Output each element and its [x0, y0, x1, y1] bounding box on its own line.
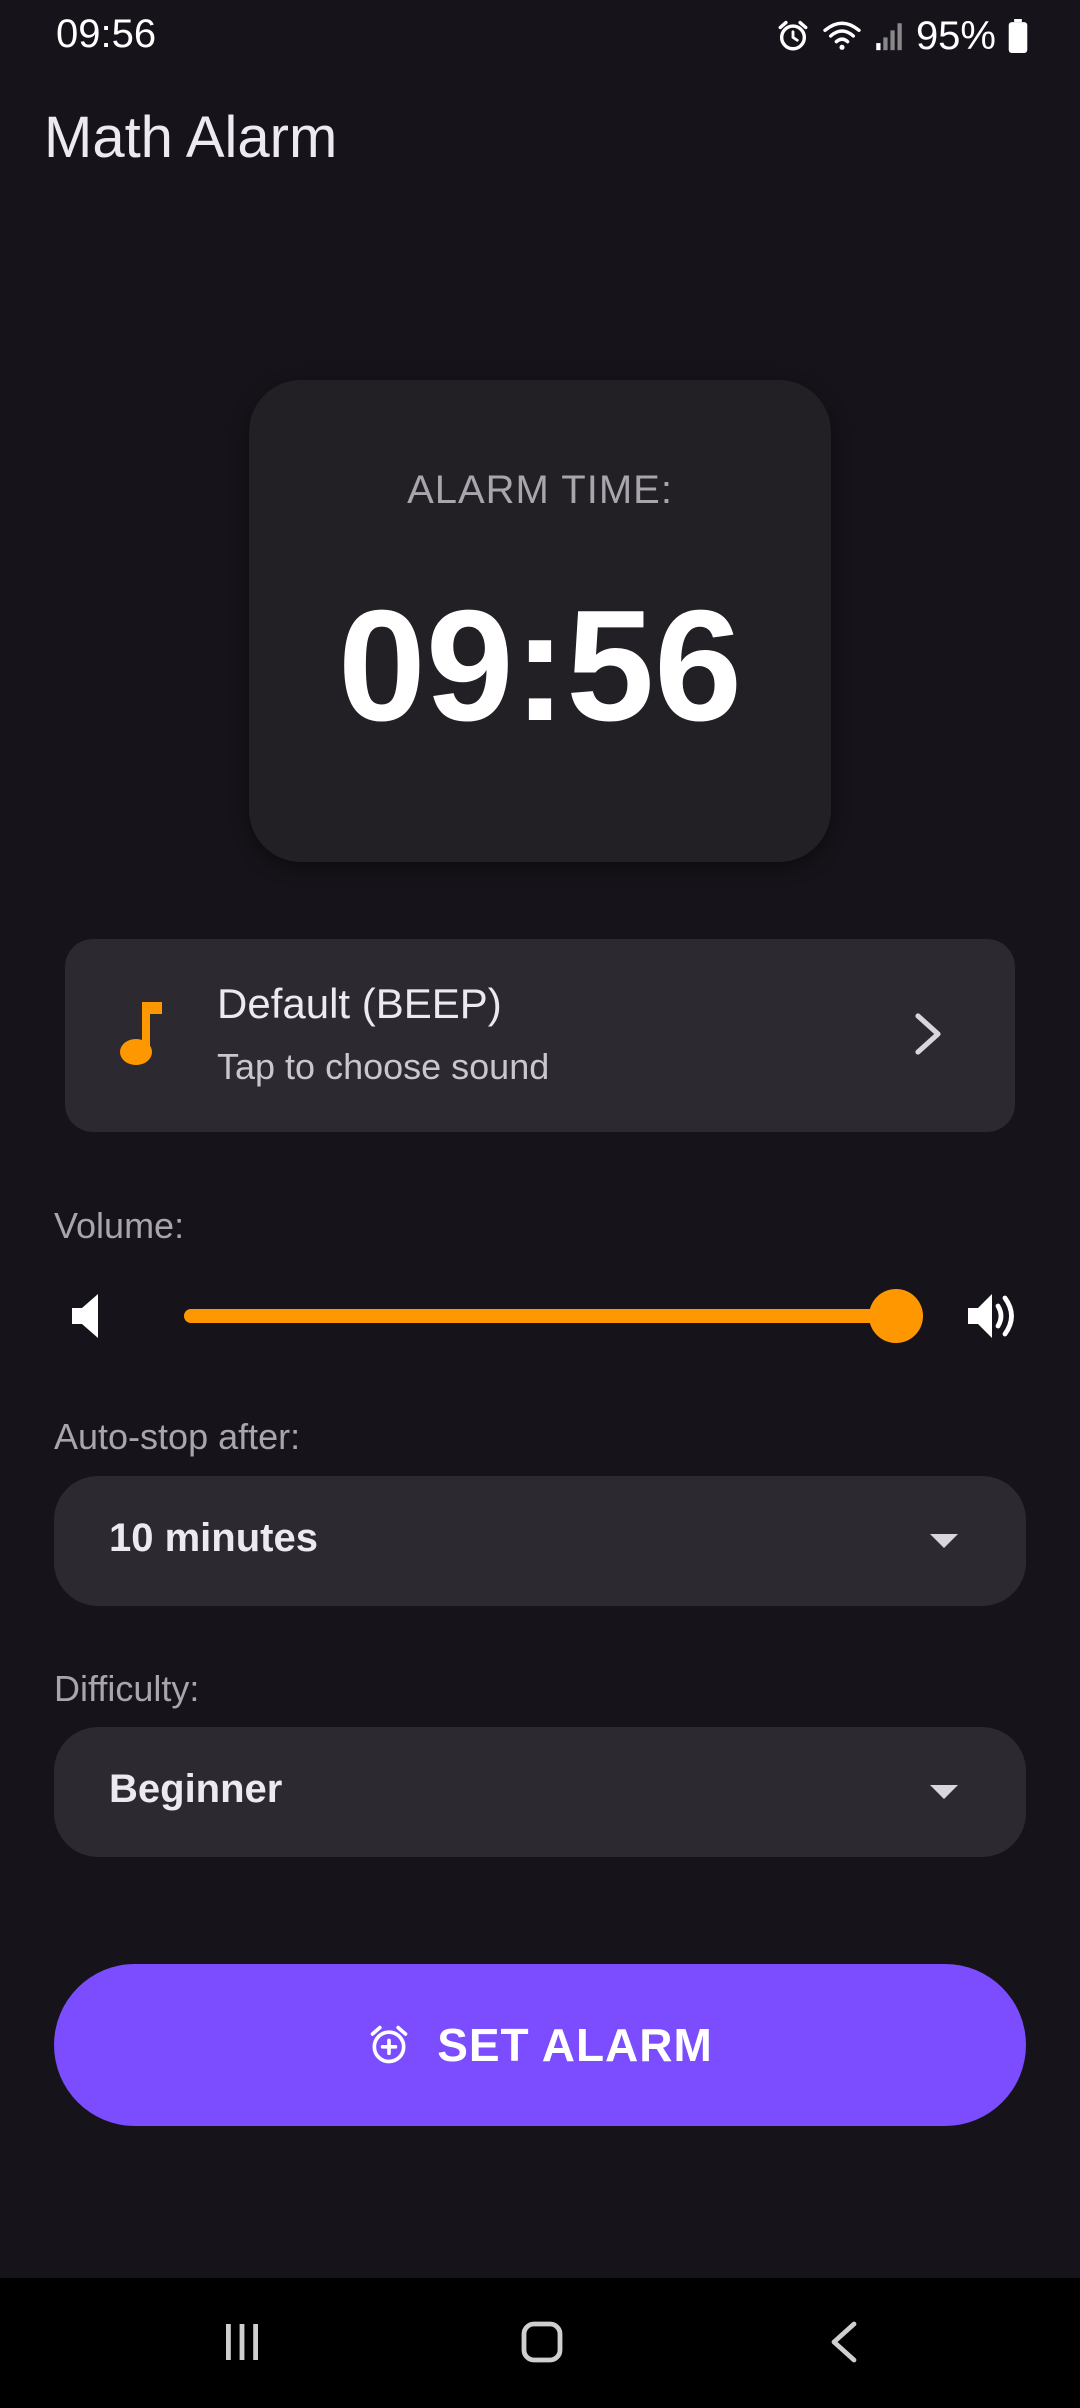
- alarm-icon: [778, 20, 808, 51]
- volume-high-icon: [968, 1294, 1014, 1338]
- system-nav-bar: [0, 2278, 1080, 2408]
- signal-icon: [876, 23, 902, 51]
- dropdown-arrow-icon: [930, 1534, 958, 1548]
- status-time: 09:56: [56, 12, 157, 56]
- app-title: Math Alarm: [44, 105, 338, 170]
- auto-stop-value: 10 minutes: [109, 1516, 318, 1560]
- status-bar: 09:56 95%: [0, 0, 1080, 72]
- chevron-right-icon: [915, 1013, 941, 1055]
- volume-label: Volume:: [54, 1205, 185, 1246]
- volume-slider-fill: [184, 1309, 896, 1323]
- sound-subtitle: Tap to choose sound: [217, 1046, 550, 1087]
- dropdown-arrow-icon: [930, 1785, 958, 1799]
- set-alarm-label: SET ALARM: [437, 2019, 713, 2071]
- alarm-time-card[interactable]: ALARM TIME: 09:56: [249, 380, 831, 862]
- alarm-time-label: ALARM TIME:: [407, 468, 673, 512]
- difficulty-value: Beginner: [109, 1767, 283, 1811]
- difficulty-label: Difficulty:: [54, 1668, 200, 1709]
- music-note-icon: [120, 1002, 162, 1065]
- sound-title: Default (BEEP): [217, 980, 502, 1027]
- back-icon[interactable]: [828, 2320, 860, 2364]
- status-icons: 95%: [776, 12, 1028, 60]
- add-alarm-icon: [370, 2025, 408, 2064]
- battery-icon: [1008, 19, 1028, 53]
- difficulty-dropdown[interactable]: Beginner: [54, 1727, 1026, 1857]
- set-alarm-button[interactable]: SET ALARM: [54, 1964, 1026, 2126]
- volume-low-icon: [72, 1294, 98, 1338]
- home-icon[interactable]: [520, 2320, 564, 2364]
- auto-stop-dropdown[interactable]: 10 minutes: [54, 1476, 1026, 1606]
- battery-percent: 95%: [915, 13, 996, 58]
- auto-stop-label: Auto-stop after:: [54, 1416, 301, 1457]
- alarm-time-value[interactable]: 09:56: [249, 579, 831, 754]
- volume-slider-thumb[interactable]: [869, 1289, 923, 1343]
- wifi-icon: [823, 21, 861, 50]
- recents-icon[interactable]: [222, 2320, 262, 2364]
- sound-selector[interactable]: [65, 939, 1015, 1132]
- volume-slider[interactable]: [184, 1289, 923, 1343]
